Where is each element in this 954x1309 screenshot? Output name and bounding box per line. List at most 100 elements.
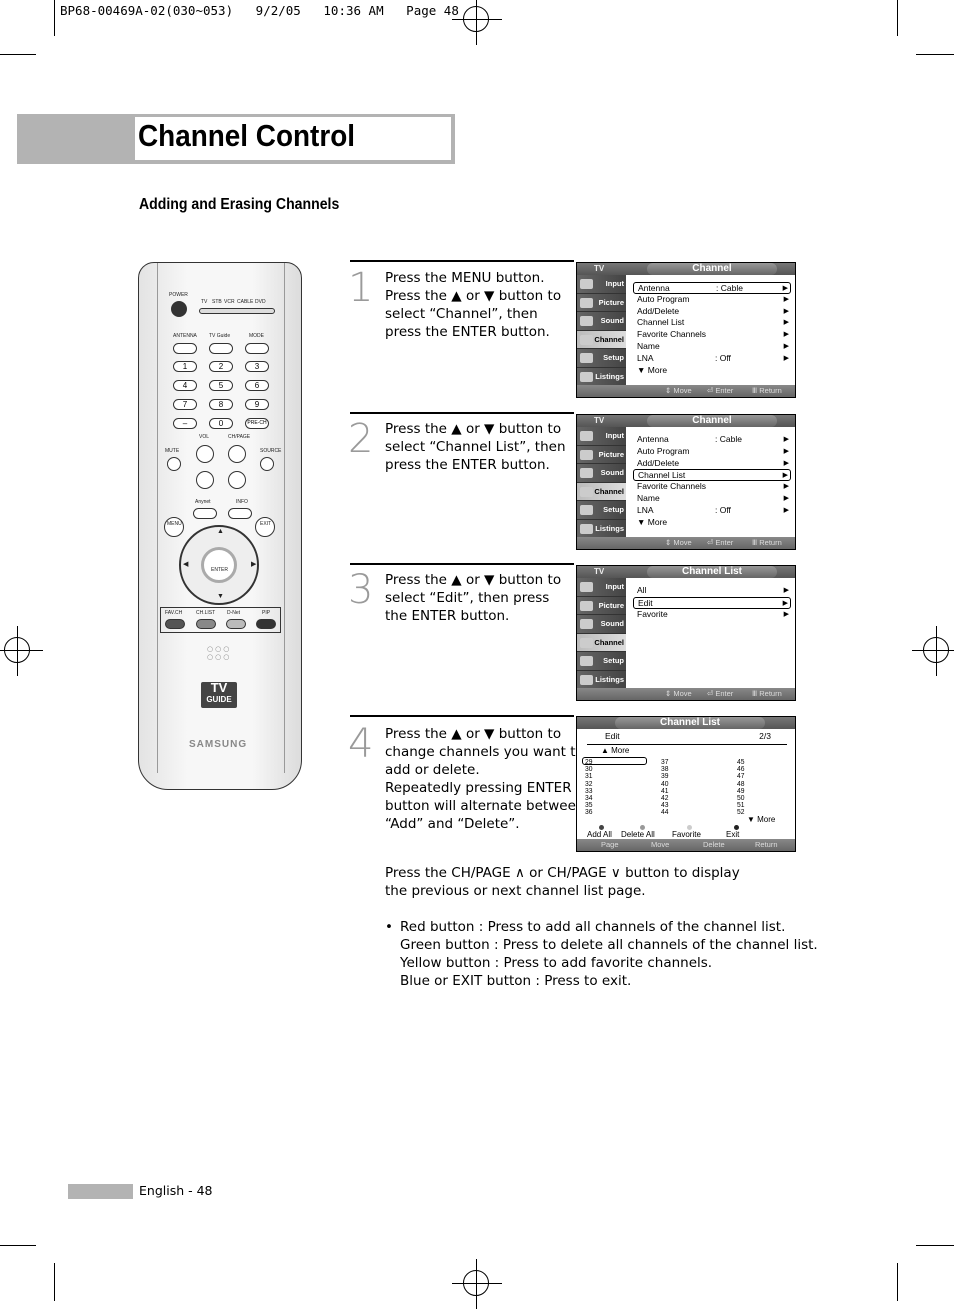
osd-title: Channel List [647,566,777,578]
dpad-down-icon[interactable]: ▼ [217,593,224,600]
side-menu-picture[interactable]: Picture [577,446,626,465]
menu-item[interactable]: Antenna: Cable ▶ [633,282,791,294]
side-menu-input[interactable]: Input [577,427,626,446]
menu-item-label: ▼ More [637,364,668,375]
key-1[interactable]: 1 [173,361,197,372]
side-menu-label: Channel [594,486,624,496]
mode-button[interactable] [245,343,269,354]
prech-button[interactable]: PRE-CH [245,418,269,429]
note-red-button: Red button : Press to add all channels o… [400,919,786,935]
info-button[interactable] [228,508,252,519]
arrow-right-icon: ▶ [783,447,789,455]
menu-item[interactable]: Edit ▶ [633,596,791,609]
menu-item[interactable]: Favorite Channels ▶ [633,329,791,341]
step-4-rule [350,715,574,717]
channel-number[interactable]: 52 [737,808,745,816]
antenna-label: ANTENNA [173,333,197,339]
info-label: INFO [236,499,248,505]
step-3-rule [350,563,574,565]
vol-down-button[interactable] [196,471,214,489]
ch-down-button[interactable] [228,471,246,489]
menu-item[interactable]: All ▶ [633,585,791,597]
side-menu-listings[interactable]: Listings [577,520,626,539]
color-action-label[interactable]: Delete All [621,830,655,839]
color-action-label[interactable]: Favorite [672,830,701,839]
menu-item[interactable]: Add/Delete ▶ [633,458,791,470]
key-3[interactable]: 3 [245,361,269,372]
more-down[interactable]: ▼ More [747,815,775,824]
side-menu-input[interactable]: Input [577,275,626,294]
step-4-number: 4 [348,721,374,767]
menu-item[interactable]: LNA: Off ▶ [633,353,791,365]
menu-item[interactable]: Add/Delete ▶ [633,306,791,318]
channel-number[interactable]: 36 [585,808,593,816]
dpad-up-icon[interactable]: ▲ [217,528,224,535]
key-8[interactable]: 8 [209,399,233,410]
menu-item[interactable]: Favorite Channels ▶ [633,481,791,493]
key-0[interactable]: 0 [209,418,233,429]
key-2[interactable]: 2 [209,361,233,372]
side-menu-setup[interactable]: Setup [577,349,626,368]
side-menu-label: Listings [595,371,624,381]
anynet-button[interactable] [193,508,217,519]
menu-item[interactable]: Favorite ▶ [633,609,791,621]
menu-item[interactable]: ▼ More [633,365,791,377]
side-menu-sound[interactable]: Sound [577,312,626,331]
side-menu-channel[interactable]: Channel [577,633,626,653]
vol-up-button[interactable] [196,445,214,463]
side-menu-sound[interactable]: Sound [577,615,626,634]
menu-item[interactable]: Name ▶ [633,341,791,353]
mute-button[interactable] [167,457,181,471]
side-menu-setup[interactable]: Setup [577,652,626,671]
color-action-label[interactable]: Exit [726,830,739,839]
menu-item[interactable]: ▼ More [633,517,791,529]
key-dash[interactable]: – [173,418,197,429]
menu-item[interactable]: Name ▶ [633,493,791,505]
osd-screen-channel-list-menu: TV Channel List Input Picture Sound Channel Se… [576,565,796,701]
enter-button[interactable] [201,547,237,583]
side-menu-listings[interactable]: Listings [577,368,626,387]
side-menu-sound[interactable]: Sound [577,464,626,483]
menu-item[interactable]: Auto Program ▶ [633,294,791,306]
key-7[interactable]: 7 [173,399,197,410]
exit-button[interactable] [255,517,275,537]
side-menu-setup[interactable]: Setup [577,501,626,520]
sound-icon [580,468,593,479]
channel-number[interactable]: 44 [661,808,669,816]
color-action-label[interactable]: Add All [587,830,612,839]
chlist-button[interactable] [196,619,216,629]
side-menu-input[interactable]: Input [577,578,626,597]
dpad-left-icon[interactable]: ◀ [183,560,188,568]
mute-label: MUTE [165,448,180,454]
channel-column: 45 46 47 48 49 50 51 52 [737,758,745,816]
side-menu-picture[interactable]: Picture [577,597,626,616]
side-menu-channel[interactable]: Channel [577,330,626,350]
key-4[interactable]: 4 [173,380,197,391]
arrow-right-icon: ▶ [783,483,789,491]
power-button[interactable] [171,301,187,317]
menu-item[interactable]: Auto Program ▶ [633,446,791,458]
key-6[interactable]: 6 [245,380,269,391]
favch-button[interactable] [165,619,185,629]
side-menu-channel[interactable]: Channel [577,482,626,502]
menu-item[interactable]: Channel List ▶ [633,469,791,482]
tvguide-button[interactable] [209,343,233,354]
menu-item[interactable]: Channel List ▶ [633,317,791,329]
pip-button[interactable] [256,619,276,629]
dpad-right-icon[interactable]: ▶ [251,560,256,568]
source-button[interactable] [260,457,274,471]
side-menu-listings[interactable]: Listings [577,671,626,690]
ch-up-button[interactable] [228,445,246,463]
key-9[interactable]: 9 [245,399,269,410]
antenna-button[interactable] [173,343,197,354]
setup-icon [580,505,593,516]
more-up[interactable]: ▲ More [601,746,629,755]
key-5[interactable]: 5 [209,380,233,391]
footer-return: Ⅲ Return [752,538,782,547]
menu-button[interactable] [164,517,184,537]
menu-item[interactable]: Antenna: Cable ▶ [633,434,791,446]
menu-item[interactable]: LNA: Off ▶ [633,505,791,517]
dnet-button[interactable] [226,619,246,629]
menu-label: MENU [167,521,182,527]
side-menu-picture[interactable]: Picture [577,294,626,313]
